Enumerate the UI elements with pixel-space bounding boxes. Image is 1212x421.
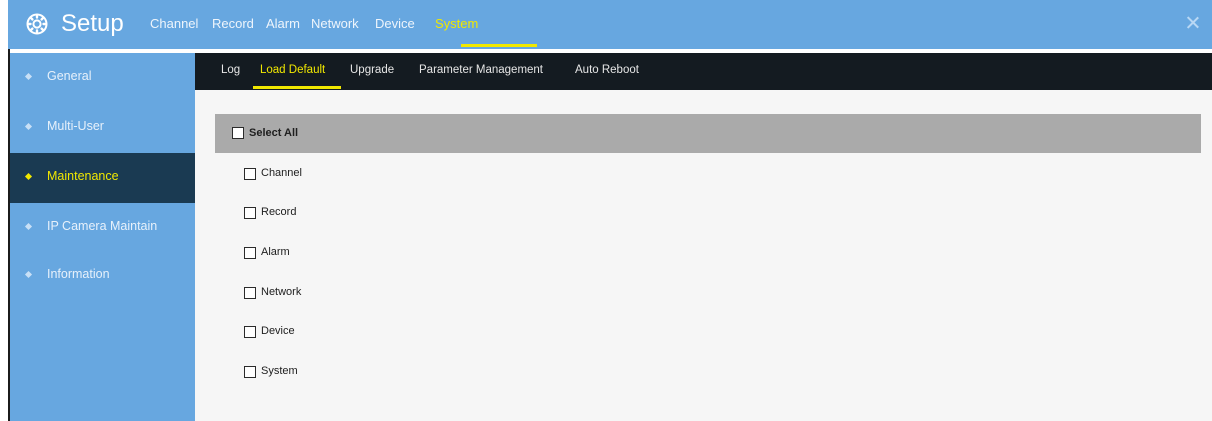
sub-tabs: Log Load Default Upgrade Parameter Manag… xyxy=(195,53,1212,90)
checkbox-label: Alarm xyxy=(261,246,290,258)
page-title: Setup xyxy=(61,10,124,37)
tab-channel[interactable]: Channel xyxy=(150,15,198,33)
checkbox-channel[interactable] xyxy=(244,168,256,180)
sidebar-item-label: IP Camera Maintain xyxy=(47,219,158,233)
sidebar: General Multi-User Maintenance IP Camera… xyxy=(10,53,195,421)
subtab-upgrade[interactable]: Upgrade xyxy=(350,64,394,76)
sidebar-item-general[interactable]: General xyxy=(10,53,195,103)
tab-system[interactable]: System xyxy=(435,15,478,33)
diamond-bullet-icon xyxy=(25,271,32,278)
checkbox-label: Channel xyxy=(261,167,302,179)
checkbox-label: System xyxy=(261,365,298,377)
checkbox-label: Device xyxy=(261,325,295,337)
subtab-load-default[interactable]: Load Default xyxy=(260,64,325,76)
checkbox-network[interactable] xyxy=(244,287,256,299)
setup-window: Setup Channel Record Alarm Network Devic… xyxy=(0,0,1212,421)
select-all-checkbox[interactable] xyxy=(232,127,244,139)
subtab-auto-reboot[interactable]: Auto Reboot xyxy=(575,64,639,76)
checkbox-system[interactable] xyxy=(244,366,256,378)
tab-alarm[interactable]: Alarm xyxy=(266,15,300,33)
diamond-bullet-icon xyxy=(25,123,32,130)
select-all-row: Select All xyxy=(215,114,1201,153)
sidebar-item-information[interactable]: Information xyxy=(10,251,195,301)
checkbox-label: Network xyxy=(261,286,302,298)
sidebar-item-multi-user[interactable]: Multi-User xyxy=(10,103,195,153)
close-icon[interactable] xyxy=(1184,14,1202,32)
window-left-edge xyxy=(0,0,8,421)
gear-icon xyxy=(26,13,48,35)
sidebar-item-ip-camera-maintain[interactable]: IP Camera Maintain xyxy=(10,203,195,253)
tab-record[interactable]: Record xyxy=(212,15,254,33)
sidebar-item-label: Multi-User xyxy=(47,119,104,133)
top-bar: Setup Channel Record Alarm Network Devic… xyxy=(8,0,1212,49)
sidebar-item-label: Maintenance xyxy=(47,169,119,183)
active-tab-indicator xyxy=(461,44,537,47)
select-all-label: Select All xyxy=(249,127,299,139)
diamond-bullet-icon xyxy=(25,73,32,80)
subtab-parameter-management[interactable]: Parameter Management xyxy=(419,64,543,76)
tab-device[interactable]: Device xyxy=(375,15,415,33)
checkbox-record[interactable] xyxy=(244,207,256,219)
diamond-bullet-icon xyxy=(25,173,32,180)
subtab-log[interactable]: Log xyxy=(221,64,240,76)
checkbox-label: Record xyxy=(261,206,297,218)
tab-network[interactable]: Network xyxy=(311,15,359,33)
sidebar-item-label: Information xyxy=(47,267,110,281)
sidebar-item-maintenance[interactable]: Maintenance xyxy=(10,153,195,203)
diamond-bullet-icon xyxy=(25,223,32,230)
checkbox-device[interactable] xyxy=(244,326,256,338)
active-subtab-indicator xyxy=(253,86,341,89)
checkbox-alarm[interactable] xyxy=(244,247,256,259)
sidebar-item-label: General xyxy=(47,69,92,83)
